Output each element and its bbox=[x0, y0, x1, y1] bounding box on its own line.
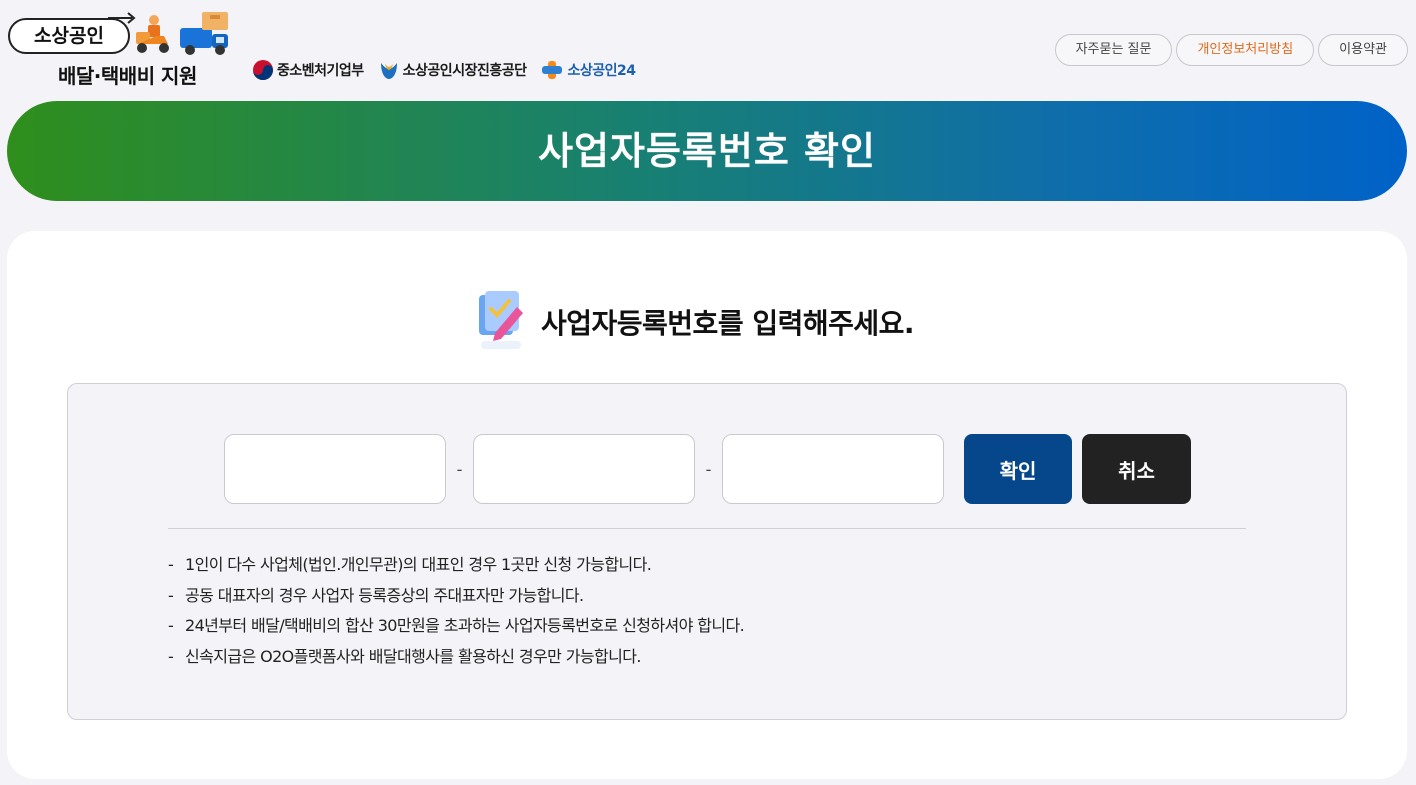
list-item: -24년부터 배달/택배비의 합산 30만원을 초과하는 사업자등록번호로 신청… bbox=[168, 616, 745, 635]
biz-number-part2-input[interactable] bbox=[473, 434, 695, 504]
separator-dash: - bbox=[456, 459, 463, 479]
page-title-banner: 사업자등록번호 확인 bbox=[7, 101, 1407, 201]
list-item: - 신속지급은 O2O플랫폼사와 배달대행사를 활용하신 경우만 가능합니다. bbox=[168, 646, 641, 666]
site-logo[interactable]: 소상공인 배달·택배비 지원 bbox=[8, 12, 238, 88]
taegeuk-icon bbox=[253, 60, 273, 80]
partner-sbiz24[interactable]: 소상공인24 bbox=[540, 59, 636, 81]
partner-label: 소상공인시장진흥공단 bbox=[402, 63, 527, 79]
cancel-button[interactable]: 취소 bbox=[1082, 434, 1191, 504]
partner-label: 소상공인24 bbox=[567, 63, 636, 79]
confirm-button[interactable]: 확인 bbox=[964, 434, 1072, 504]
logo-main-text: 소상공인 bbox=[8, 18, 130, 54]
partner-semas[interactable]: 소상공인시장진흥공단 bbox=[378, 59, 527, 81]
notice-list: -1인이 다수 사업체(법인.개인무관)의 대표인 경우 1곳만 신청 가능합니… bbox=[168, 550, 745, 672]
logo-sub-text: 배달·택배비 지원 bbox=[58, 64, 197, 88]
partner-label: 중소벤처기업부 bbox=[277, 63, 364, 79]
top-links: 자주묻는 질문 개인정보처리방침 이용약관 bbox=[1054, 34, 1408, 66]
terms-link[interactable]: 이용약관 bbox=[1318, 34, 1408, 66]
list-item: -1인이 다수 사업체(법인.개인무관)의 대표인 경우 1곳만 신청 가능합니… bbox=[168, 555, 652, 574]
biz-number-part1-input[interactable] bbox=[224, 434, 446, 504]
section-heading: 사업자등록번호를 입력해주세요. bbox=[475, 289, 915, 355]
header: 소상공인 배달·택배비 지원 중소벤처기업부 소상공인시장진흥공단 소상공인24… bbox=[0, 0, 1416, 100]
partner-mss[interactable]: 중소벤처기업부 bbox=[252, 59, 364, 81]
delivery-truck-icon bbox=[136, 12, 228, 55]
faq-link[interactable]: 자주묻는 질문 bbox=[1054, 34, 1173, 66]
document-pen-icon bbox=[479, 291, 523, 349]
separator-dash: - bbox=[705, 459, 712, 479]
semas-icon bbox=[380, 63, 397, 79]
biz-number-inputs: - - 확인 취소 bbox=[224, 434, 1191, 504]
biz-number-form: - - 확인 취소 -1인이 다수 사업체(법인.개인무관)의 대표인 경우 1… bbox=[67, 383, 1347, 720]
biz-number-part3-input[interactable] bbox=[722, 434, 944, 504]
plus24-icon bbox=[542, 61, 563, 79]
privacy-policy-link[interactable]: 개인정보처리방침 bbox=[1176, 34, 1315, 66]
main-card: 사업자등록번호를 입력해주세요. - - 확인 취소 -1인이 다수 사업체(법… bbox=[7, 231, 1407, 779]
section-heading-text: 사업자등록번호를 입력해주세요. bbox=[541, 307, 915, 340]
list-item: - 공동 대표자의 경우 사업자 등록증상의 주대표자만 가능합니다. bbox=[168, 585, 584, 605]
partner-logos: 중소벤처기업부 소상공인시장진흥공단 소상공인24 bbox=[252, 58, 636, 82]
divider bbox=[168, 528, 1246, 529]
